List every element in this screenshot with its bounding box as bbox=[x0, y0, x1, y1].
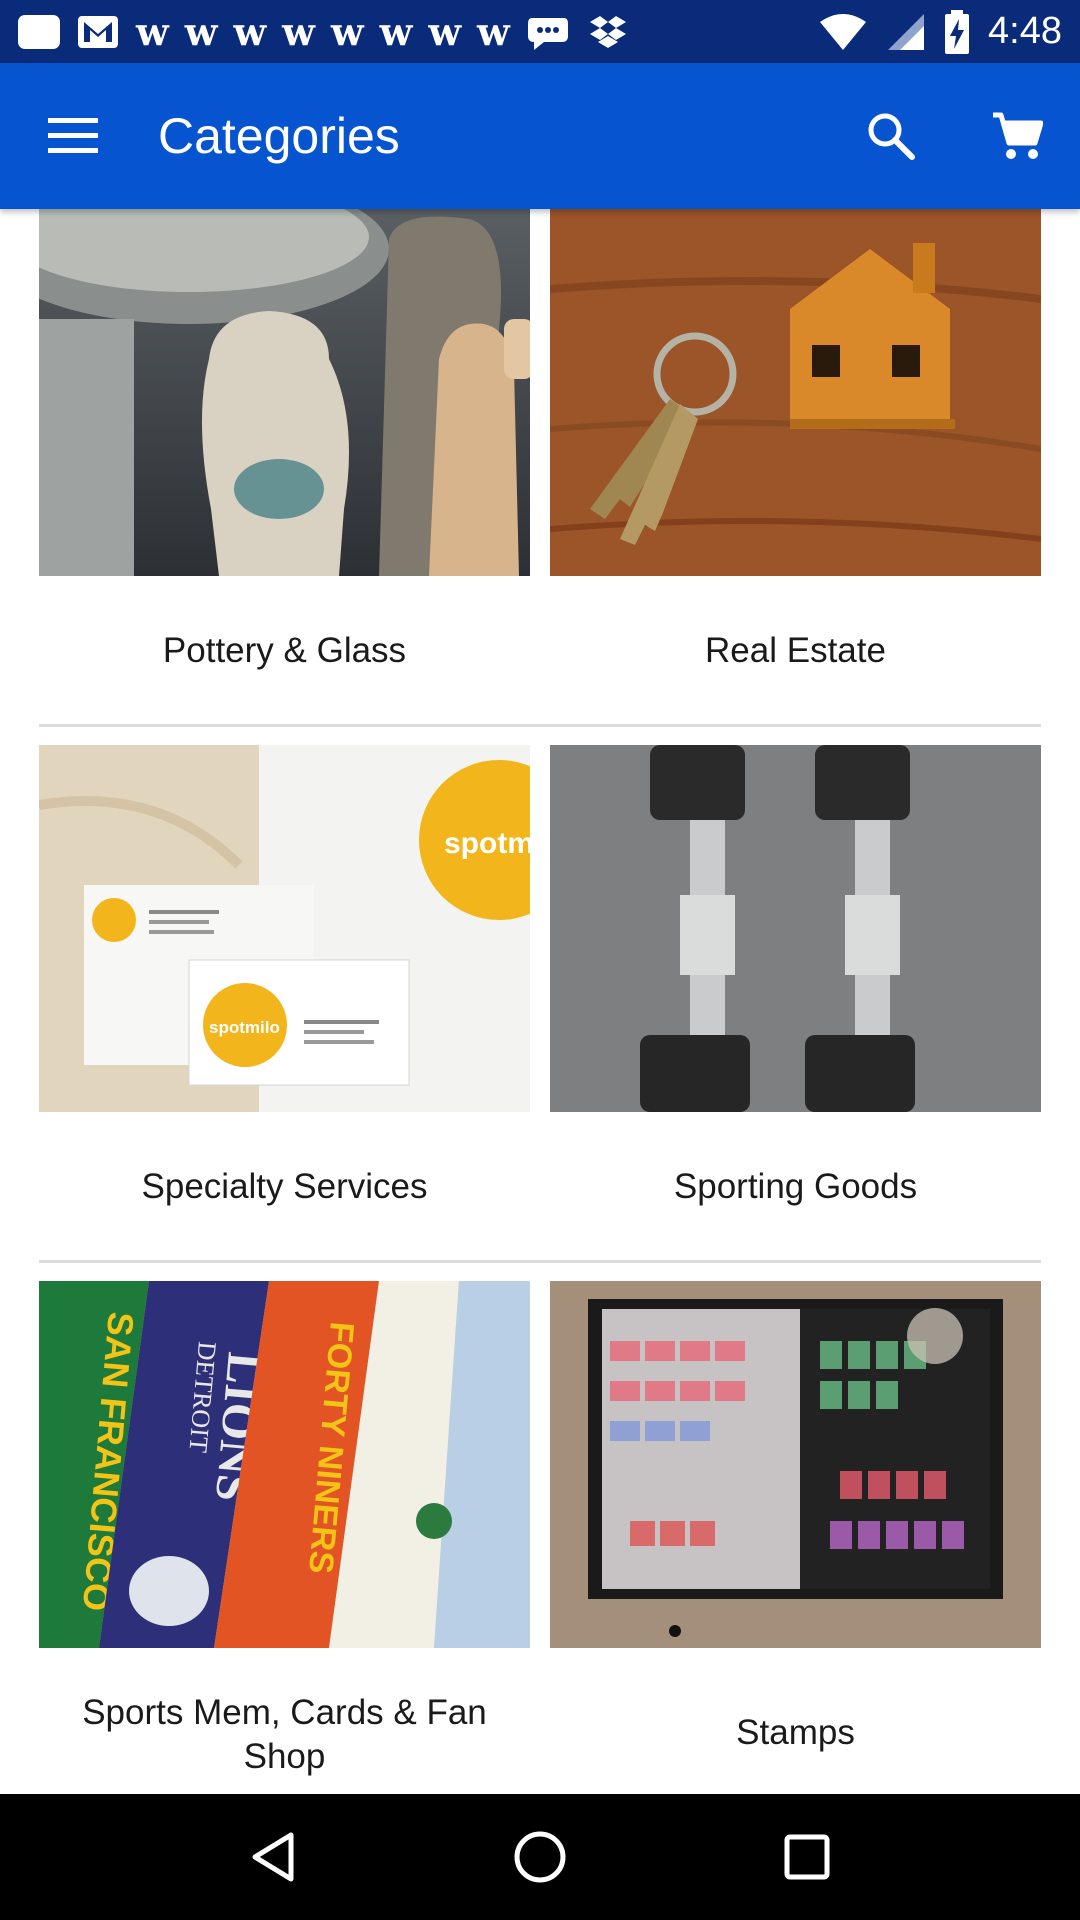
card-text: spotm bbox=[444, 827, 530, 860]
home-button[interactable] bbox=[495, 1812, 585, 1902]
pottery-image bbox=[39, 209, 530, 576]
w-icon: w bbox=[379, 8, 413, 54]
messages-icon bbox=[18, 14, 60, 49]
battery-charging-icon bbox=[945, 9, 970, 54]
category-grid: Pottery & Glass Real Estate spotm spotmi… bbox=[0, 209, 1080, 1794]
category-label: Sporting Goods bbox=[673, 1167, 918, 1206]
dumbbells-image bbox=[550, 745, 1041, 1112]
category-card-specialty-services[interactable]: spotm spotmilo Specialty Services bbox=[39, 745, 530, 1265]
w-icon: w bbox=[136, 8, 169, 54]
row-divider bbox=[39, 724, 1041, 727]
hamburger-menu-icon bbox=[48, 118, 98, 153]
business-cards-image: spotm spotmilo bbox=[39, 745, 530, 1112]
app-bar: Categories bbox=[0, 63, 1080, 209]
w-icon: w bbox=[282, 8, 315, 54]
cart-button[interactable] bbox=[954, 63, 1080, 209]
status-bar: w w w w w w w w 4:48 bbox=[0, 0, 1080, 63]
category-card-sporting-goods[interactable]: Sporting Goods bbox=[550, 745, 1041, 1265]
category-card-sports-mem[interactable]: SAN FRANCISCO DETROIT LIONS FORTY NINERS… bbox=[39, 1281, 530, 1794]
chat-icon bbox=[527, 17, 568, 50]
category-card-real-estate[interactable]: Real Estate bbox=[550, 209, 1041, 729]
category-card-pottery-glass[interactable]: Pottery & Glass bbox=[39, 209, 530, 729]
gmail-icon bbox=[78, 15, 118, 48]
back-triangle-icon bbox=[252, 1832, 294, 1882]
menu-button[interactable] bbox=[0, 63, 146, 209]
wifi-icon bbox=[820, 13, 867, 50]
recents-button[interactable] bbox=[762, 1812, 852, 1902]
row-divider bbox=[39, 1260, 1041, 1263]
app-bar-actions bbox=[828, 63, 1080, 209]
category-card-stamps[interactable]: Stamps bbox=[550, 1281, 1041, 1794]
stamp-album-image bbox=[550, 1281, 1041, 1648]
clock: 4:48 bbox=[988, 10, 1062, 52]
w-icon: w bbox=[233, 8, 267, 54]
system-status: 4:48 bbox=[818, 9, 1062, 54]
w-icon: w bbox=[330, 8, 364, 54]
home-circle-icon bbox=[514, 1831, 566, 1883]
w-icon: w bbox=[184, 8, 218, 54]
search-button[interactable] bbox=[828, 63, 954, 209]
w-icon: w bbox=[477, 8, 510, 54]
category-label: Specialty Services bbox=[141, 1167, 428, 1206]
w-icon: w bbox=[428, 8, 462, 54]
page-title: Categories bbox=[158, 108, 400, 164]
category-label: Pottery & Glass bbox=[162, 631, 407, 670]
search-icon bbox=[868, 113, 915, 160]
category-label: Real Estate bbox=[705, 631, 886, 670]
house-keys-image bbox=[550, 209, 1041, 576]
signal-icon bbox=[888, 13, 925, 50]
dropbox-icon bbox=[589, 15, 626, 48]
pennants-image: SAN FRANCISCO DETROIT LIONS FORTY NINERS bbox=[39, 1281, 530, 1648]
back-button[interactable] bbox=[228, 1812, 318, 1902]
category-label: Stamps bbox=[736, 1713, 855, 1752]
shopping-cart-icon bbox=[993, 112, 1043, 159]
card-text: spotmilo bbox=[209, 1018, 280, 1037]
recents-square-icon bbox=[784, 1834, 830, 1880]
notification-icons: w w w w w w w w bbox=[18, 10, 630, 54]
navigation-bar bbox=[0, 1794, 1080, 1920]
category-label: Sports Mem, Cards & Fan Shop bbox=[82, 1693, 487, 1776]
